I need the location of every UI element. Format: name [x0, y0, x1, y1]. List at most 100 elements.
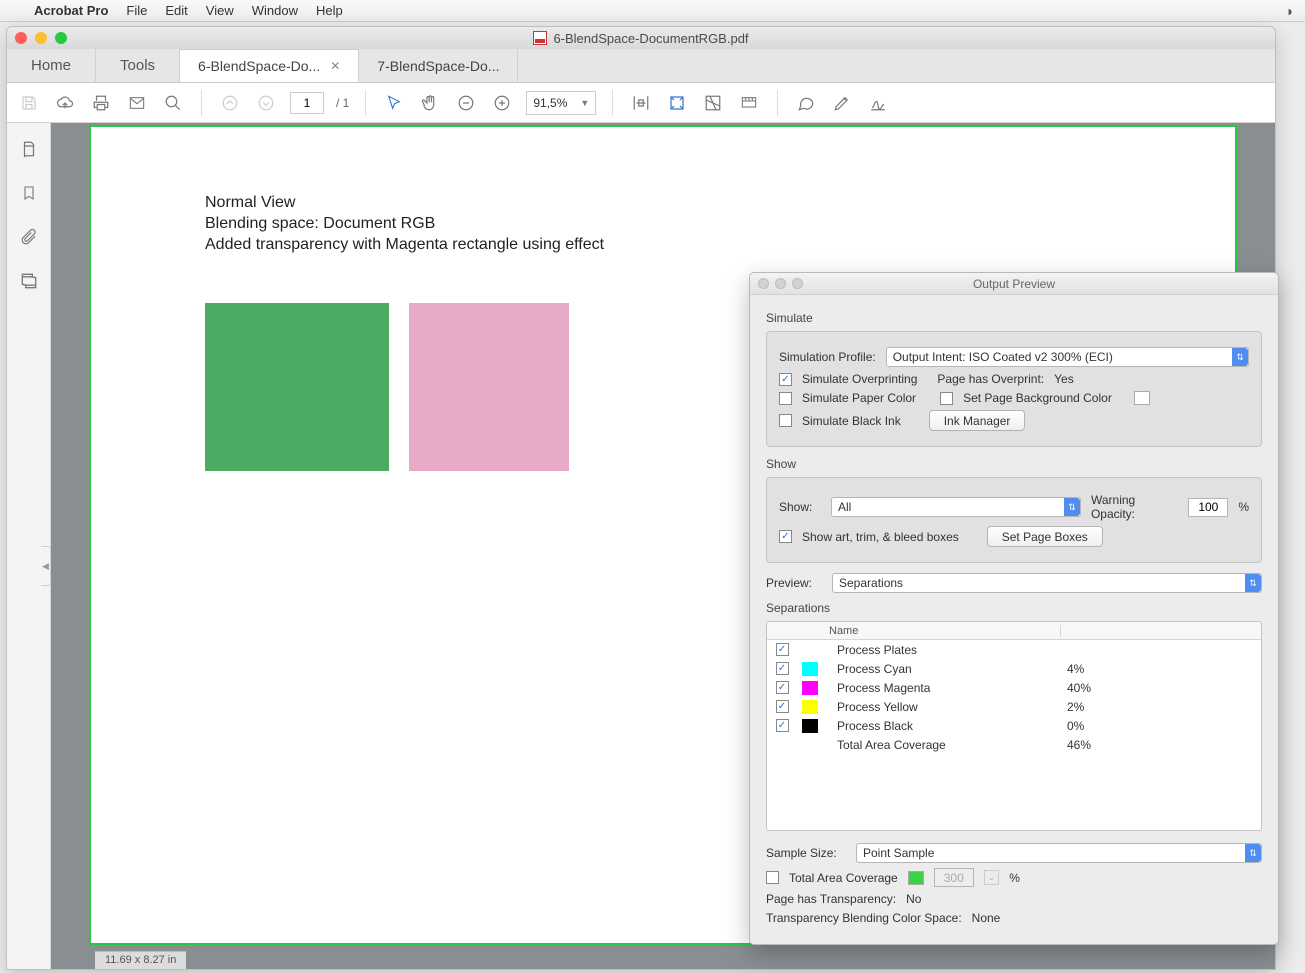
separation-checkbox[interactable]: [776, 700, 789, 713]
thumbnails-icon[interactable]: [17, 137, 41, 161]
sign-icon[interactable]: [866, 91, 890, 115]
app-name[interactable]: Acrobat Pro: [34, 3, 108, 18]
show-boxes-checkbox[interactable]: [779, 530, 792, 543]
zoom-out-icon[interactable]: [454, 91, 478, 115]
zoom-level-select[interactable]: 91,5%▼: [526, 91, 596, 115]
page-total-label: / 1: [336, 96, 349, 110]
warning-opacity-input[interactable]: [1188, 498, 1228, 517]
window-titlebar: 6-BlendSpace-DocumentRGB.pdf: [7, 27, 1275, 49]
page-up-icon[interactable]: [218, 91, 242, 115]
fit-width-icon[interactable]: [629, 91, 653, 115]
tac-swatch: [908, 871, 924, 885]
panel-title: Output Preview: [750, 277, 1278, 291]
bookmark-icon[interactable]: [17, 181, 41, 205]
ink-manager-button[interactable]: Ink Manager: [929, 410, 1026, 431]
separation-color-swatch: [802, 719, 818, 733]
separation-value: 4%: [1061, 662, 1261, 676]
layers-icon[interactable]: [17, 269, 41, 293]
print-icon[interactable]: [89, 91, 113, 115]
attachments-icon[interactable]: [17, 225, 41, 249]
separation-name: Process Magenta: [823, 681, 1061, 695]
document-tab-2[interactable]: 7-BlendSpace-Do...: [359, 49, 518, 82]
separation-checkbox[interactable]: [776, 681, 789, 694]
set-bg-checkbox[interactable]: [940, 392, 953, 405]
separation-value: 40%: [1061, 681, 1261, 695]
document-tab-1-label: 6-BlendSpace-Do...: [198, 58, 320, 74]
sim-overprint-checkbox[interactable]: [779, 373, 792, 386]
separations-heading: Separations: [766, 601, 1262, 615]
tac-checkbox[interactable]: [766, 871, 779, 884]
page-transparency-label: Page has Transparency:: [766, 892, 896, 906]
page-transparency-value: No: [906, 892, 921, 906]
tab-tools[interactable]: Tools: [96, 49, 180, 82]
menu-window[interactable]: Window: [252, 3, 298, 18]
separation-row[interactable]: Process Plates: [767, 640, 1261, 659]
tac-label: Total Area Coverage: [789, 871, 898, 885]
search-icon[interactable]: [161, 91, 185, 115]
menu-view[interactable]: View: [206, 3, 234, 18]
preview-select[interactable]: Separations⇅: [832, 573, 1262, 593]
sim-black-label: Simulate Black Ink: [802, 414, 901, 428]
window-title: 6-BlendSpace-DocumentRGB.pdf: [553, 31, 748, 46]
show-select[interactable]: All⇅: [831, 497, 1081, 517]
tab-home[interactable]: Home: [7, 49, 96, 82]
tab-row: Home Tools 6-BlendSpace-Do... ✕ 7-BlendS…: [7, 49, 1275, 83]
panel-titlebar[interactable]: Output Preview: [750, 273, 1278, 295]
separation-checkbox[interactable]: [776, 662, 789, 675]
sim-paper-checkbox[interactable]: [779, 392, 792, 405]
separation-row[interactable]: Process Cyan4%: [767, 659, 1261, 678]
sim-profile-select[interactable]: Output Intent: ISO Coated v2 300% (ECI)⇅: [886, 347, 1249, 367]
separation-checkbox[interactable]: [776, 719, 789, 732]
menu-help[interactable]: Help: [316, 3, 343, 18]
page-overprint-label: Page has Overprint:: [937, 372, 1044, 386]
warning-opacity-label: Warning Opacity:: [1091, 493, 1178, 521]
separation-value: 2%: [1061, 700, 1261, 714]
close-tab-icon[interactable]: ✕: [330, 59, 340, 73]
sim-paper-label: Simulate Paper Color: [802, 391, 916, 405]
page-number-input[interactable]: [290, 92, 324, 114]
show-label: Show:: [779, 500, 821, 514]
separation-value: 0%: [1061, 719, 1261, 733]
actual-size-icon[interactable]: [701, 91, 725, 115]
macos-menubar: Acrobat Pro File Edit View Window Help ◑: [0, 0, 1305, 22]
selection-tool-icon[interactable]: [382, 91, 406, 115]
sim-overprint-label: Simulate Overprinting: [802, 372, 917, 386]
document-tab-1[interactable]: 6-BlendSpace-Do... ✕: [180, 49, 359, 82]
separation-row[interactable]: Process Yellow2%: [767, 697, 1261, 716]
menu-file[interactable]: File: [126, 3, 147, 18]
page-down-icon[interactable]: [254, 91, 278, 115]
set-bg-label: Set Page Background Color: [963, 391, 1112, 405]
separation-name: Process Yellow: [823, 700, 1061, 714]
save-icon[interactable]: [17, 91, 41, 115]
cloud-icon[interactable]: [53, 91, 77, 115]
separations-list: Name Process PlatesProcess Cyan4%Process…: [766, 621, 1262, 831]
separation-color-swatch: [802, 700, 818, 714]
sample-size-select[interactable]: Point Sample⇅: [856, 843, 1262, 863]
fit-page-icon[interactable]: [665, 91, 689, 115]
preview-label: Preview:: [766, 576, 822, 590]
separation-checkbox[interactable]: [776, 643, 789, 656]
bg-color-swatch[interactable]: [1134, 391, 1150, 405]
page-overprint-value: Yes: [1054, 372, 1074, 386]
rail-toggle-icon[interactable]: ◀: [41, 546, 51, 586]
separation-name: Total Area Coverage: [823, 738, 1061, 752]
show-heading: Show: [766, 457, 1262, 471]
menubar-right-icon[interactable]: ◑: [1285, 3, 1293, 19]
comment-icon[interactable]: [794, 91, 818, 115]
page-dimensions-status: 11.69 x 8.27 in: [95, 951, 186, 969]
mail-icon[interactable]: [125, 91, 149, 115]
set-page-boxes-button[interactable]: Set Page Boxes: [987, 526, 1103, 547]
menu-edit[interactable]: Edit: [165, 3, 187, 18]
hand-tool-icon[interactable]: [418, 91, 442, 115]
separation-name: Process Black: [823, 719, 1061, 733]
zoom-in-icon[interactable]: [490, 91, 514, 115]
sample-size-label: Sample Size:: [766, 846, 846, 860]
separation-row[interactable]: Total Area Coverage46%: [767, 735, 1261, 754]
blend-space-value: None: [972, 911, 1001, 925]
highlight-icon[interactable]: [830, 91, 854, 115]
tac-stepper-icon: ⌄: [984, 870, 1000, 885]
separation-row[interactable]: Process Magenta40%: [767, 678, 1261, 697]
separation-row[interactable]: Process Black0%: [767, 716, 1261, 735]
read-mode-icon[interactable]: [737, 91, 761, 115]
sim-black-checkbox[interactable]: [779, 414, 792, 427]
